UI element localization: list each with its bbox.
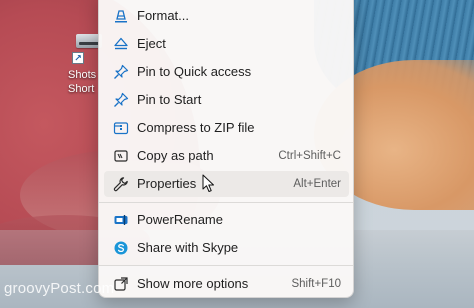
menu-item-pin-quick-access[interactable]: Pin to Quick access xyxy=(104,59,349,85)
format-icon xyxy=(112,7,130,25)
pin-icon xyxy=(112,63,130,81)
menu-item-label: Copy as path xyxy=(137,148,214,163)
zip-icon xyxy=(112,119,130,137)
menu-item-share-skype[interactable]: Share with Skype xyxy=(104,235,349,261)
skype-icon xyxy=(112,239,130,257)
wrench-icon xyxy=(112,175,130,193)
menu-separator xyxy=(99,202,353,203)
menu-item-pin-start[interactable]: Pin to Start xyxy=(104,87,349,113)
menu-item-shortcut: Ctrl+Shift+C xyxy=(278,150,341,162)
watermark-text: groovyPost.com xyxy=(4,280,115,297)
context-menu: Format... Eject Pin to Quick access Pin … xyxy=(98,0,354,298)
powerrename-icon xyxy=(112,211,130,229)
menu-item-shortcut: Alt+Enter xyxy=(293,178,341,190)
eject-icon xyxy=(112,35,130,53)
menu-item-label: Show more options xyxy=(137,276,249,291)
more-options-icon xyxy=(112,275,130,293)
menu-item-copy-as-path[interactable]: Copy as path Ctrl+Shift+C xyxy=(104,143,349,169)
menu-item-label: Pin to Start xyxy=(137,92,202,107)
menu-item-format[interactable]: Format... xyxy=(104,3,349,29)
menu-item-compress-zip[interactable]: Compress to ZIP file xyxy=(104,115,349,141)
mouse-cursor-icon xyxy=(202,174,214,192)
menu-item-label: PowerRename xyxy=(137,212,223,227)
copy-path-icon xyxy=(112,147,130,165)
shortcut-arrow-icon: ↗ xyxy=(72,52,84,64)
menu-item-powerrename[interactable]: PowerRename xyxy=(104,207,349,233)
menu-item-label: Eject xyxy=(137,36,166,51)
menu-separator xyxy=(99,265,353,266)
pin-icon xyxy=(112,91,130,109)
menu-item-properties[interactable]: Properties Alt+Enter xyxy=(104,171,349,197)
menu-item-label: Share with Skype xyxy=(137,240,239,255)
menu-item-label: Properties xyxy=(137,176,197,191)
menu-item-label: Format... xyxy=(137,8,190,23)
menu-item-label: Pin to Quick access xyxy=(137,64,252,79)
menu-item-show-more-options[interactable]: Show more options Shift+F10 xyxy=(104,271,349,297)
menu-item-eject[interactable]: Eject xyxy=(104,31,349,57)
menu-item-label: Compress to ZIP file xyxy=(137,120,255,135)
menu-item-shortcut: Shift+F10 xyxy=(291,278,341,290)
